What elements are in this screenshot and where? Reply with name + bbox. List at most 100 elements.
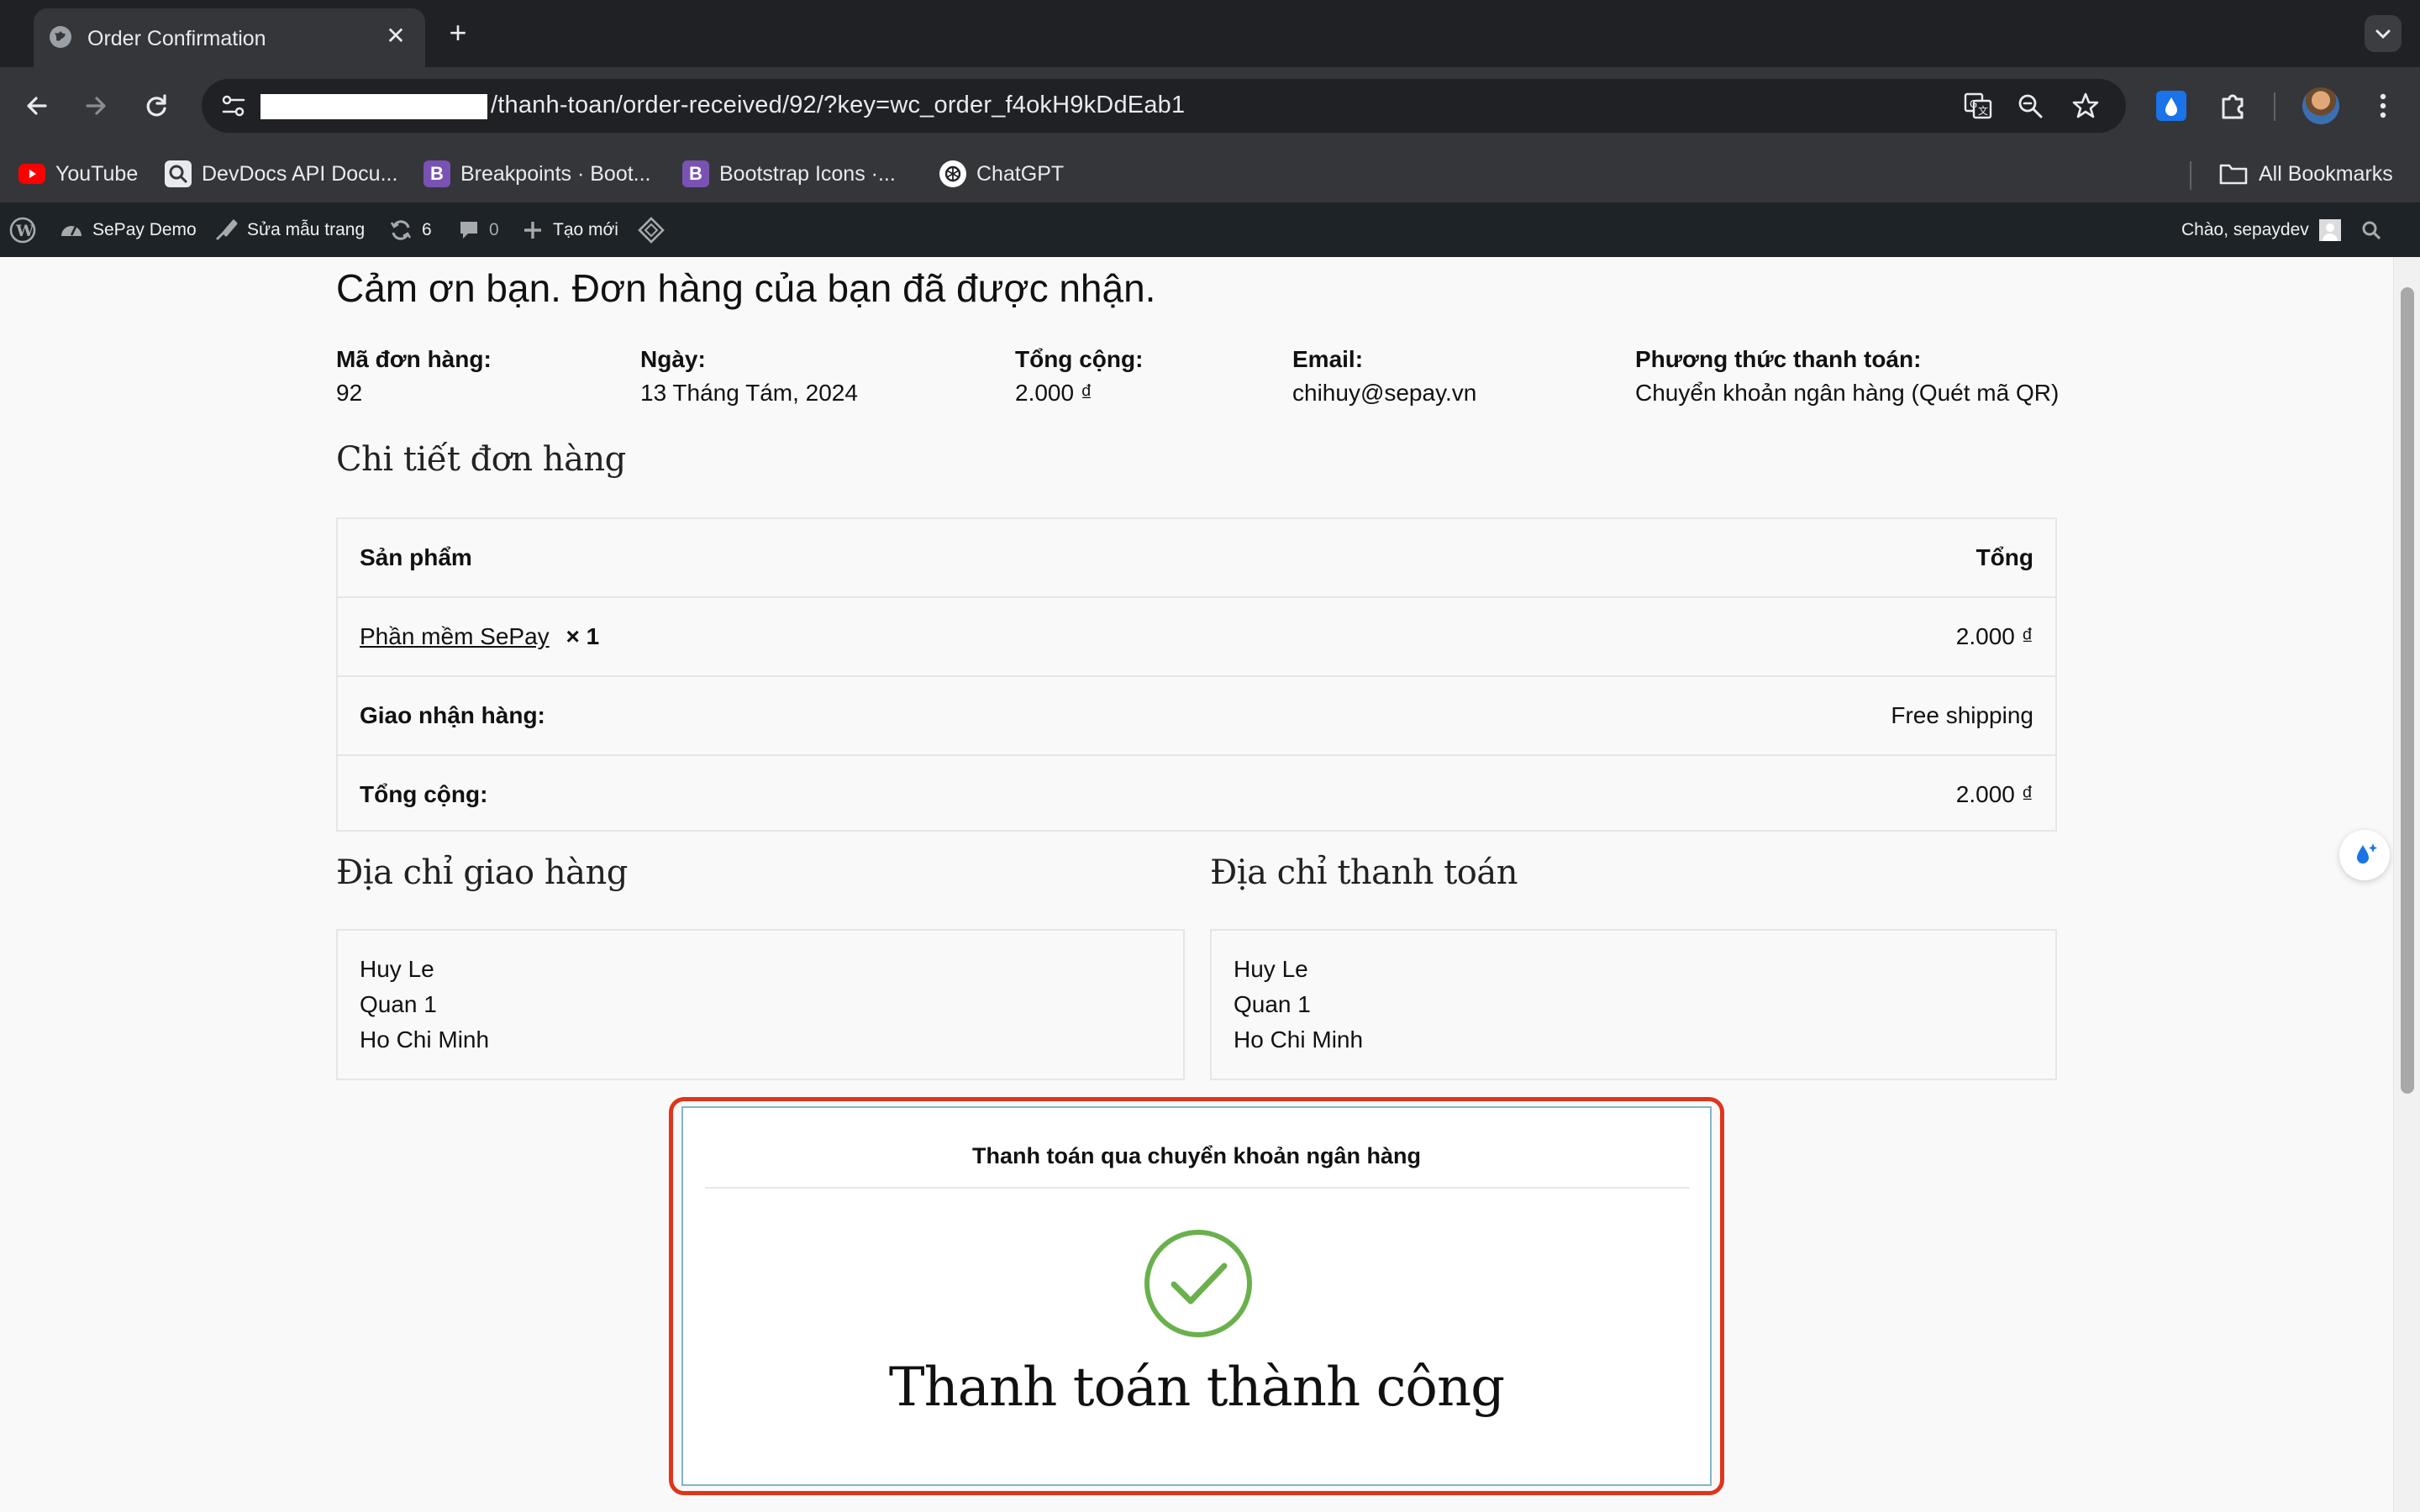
grand-total-value: 2.000 ₫ bbox=[1955, 781, 2033, 807]
product-link[interactable]: Phần mềm SePay bbox=[360, 623, 550, 649]
table-header-row: Sản phẩm Tổng bbox=[338, 519, 2055, 598]
product-total: 2.000 ₫ bbox=[1955, 623, 2033, 649]
profile-avatar[interactable] bbox=[2302, 87, 2339, 124]
billing-address-box: Huy Le Quan 1 Ho Chi Minh bbox=[1210, 929, 2057, 1080]
svg-text:G: G bbox=[1970, 98, 1977, 110]
overview-total-label: Tổng cộng: bbox=[1015, 346, 1144, 372]
overview-email-label: Email: bbox=[1292, 346, 1364, 372]
wp-updates[interactable]: 6 bbox=[388, 203, 432, 257]
more-menu-icon[interactable] bbox=[2365, 87, 2402, 124]
order-received-notice: Cảm ơn bạn. Đơn hàng của bạn đã được nhậ… bbox=[336, 266, 1156, 310]
address-line: Huy Le bbox=[1234, 956, 1308, 982]
zoom-icon[interactable] bbox=[2013, 89, 2047, 123]
shipping-address-heading: Địa chỉ giao hàng bbox=[336, 853, 628, 892]
wp-search[interactable] bbox=[2360, 203, 2391, 257]
bookmark-label: Bootstrap Icons ·... bbox=[719, 161, 896, 186]
all-bookmarks-button[interactable]: All Bookmarks bbox=[2218, 158, 2393, 190]
tab-close-icon[interactable]: ✕ bbox=[381, 22, 410, 50]
bookmarks-divider bbox=[2190, 161, 2191, 190]
tab-search-button[interactable] bbox=[2365, 15, 2402, 52]
url-text: /thanh-toan/order-received/92/?key=wc_or… bbox=[491, 92, 1186, 118]
overview-date-value: 13 Tháng Tám, 2024 bbox=[640, 380, 858, 406]
wordpress-icon: W bbox=[9, 217, 36, 244]
wp-plugin-menu[interactable] bbox=[637, 203, 674, 257]
payment-box-divider bbox=[705, 1187, 1690, 1189]
browser-tab-strip: Order Confirmation ✕ + bbox=[0, 0, 2420, 67]
water-drop-icon bbox=[2165, 97, 2177, 116]
bookmark-label: DevDocs API Docu... bbox=[202, 161, 398, 186]
overview-total-value: 2.000 ₫ bbox=[1015, 380, 1093, 406]
address-line: Huy Le bbox=[360, 956, 434, 982]
shipping-address-box: Huy Le Quan 1 Ho Chi Minh bbox=[336, 929, 1185, 1080]
table-row: Giao nhận hàng: Free shipping bbox=[338, 677, 2055, 756]
chevron-down-icon bbox=[2375, 29, 2391, 39]
devdocs-icon bbox=[165, 160, 192, 187]
wp-logo-menu[interactable]: W bbox=[8, 203, 45, 257]
table-row: Tổng cộng: 2.000 ₫ bbox=[338, 756, 2055, 835]
address-bar[interactable]: /thanh-toan/order-received/92/?key=wc_or… bbox=[202, 79, 2126, 133]
folder-icon bbox=[2219, 164, 2248, 185]
wp-new-content[interactable]: Tạo mới bbox=[521, 203, 618, 257]
overview-payment-method-label: Phương thức thanh toán: bbox=[1635, 346, 1922, 372]
site-name-label: SePay Demo bbox=[92, 220, 197, 239]
wp-edit-template[interactable]: Sửa mẫu trang bbox=[213, 203, 365, 257]
payment-box: Thanh toán qua chuyển khoản ngân hàng Th… bbox=[681, 1106, 1712, 1486]
edit-template-label: Sửa mẫu trang bbox=[247, 220, 366, 239]
product-quantity: × 1 bbox=[566, 623, 600, 649]
search-icon bbox=[2362, 221, 2381, 240]
shipping-value: Free shipping bbox=[1891, 702, 2033, 728]
wp-site-name[interactable]: SePay Demo bbox=[59, 203, 197, 257]
extension-drop-icon[interactable] bbox=[2156, 91, 2186, 121]
order-details-heading: Chi tiết đơn hàng bbox=[336, 440, 626, 479]
billing-address-heading: Địa chỉ thanh toán bbox=[1210, 853, 1518, 892]
plus-icon bbox=[524, 222, 541, 239]
updates-count: 6 bbox=[422, 220, 432, 239]
new-tab-button[interactable]: + bbox=[440, 15, 476, 50]
svg-text:W: W bbox=[15, 222, 34, 240]
back-arrow-icon[interactable] bbox=[18, 87, 55, 124]
overview-order-number-label: Mã đơn hàng: bbox=[336, 346, 492, 372]
browser-tab[interactable]: Order Confirmation ✕ bbox=[34, 8, 425, 67]
overview-email-value: chihuy@sepay.vn bbox=[1292, 380, 1477, 406]
bookmark-label: YouTube bbox=[55, 161, 139, 186]
bookmark-star-icon[interactable] bbox=[2069, 89, 2102, 123]
svg-text:文: 文 bbox=[1978, 104, 1988, 117]
bookmark-chatgpt[interactable]: ChatGPT bbox=[939, 158, 1064, 190]
wp-account-menu[interactable]: Chào, sepaydev bbox=[2181, 203, 2341, 257]
address-line: Ho Chi Minh bbox=[360, 1026, 490, 1053]
address-line: Ho Chi Minh bbox=[1234, 1026, 1364, 1053]
dashboard-icon bbox=[61, 226, 82, 236]
brush-icon bbox=[215, 219, 238, 241]
all-bookmarks-label: All Bookmarks bbox=[2259, 161, 2393, 186]
water-drop-sparkle-icon bbox=[2357, 843, 2377, 864]
greeting-label: Chào, sepaydev bbox=[2181, 220, 2309, 239]
table-row: Phần mềm SePay × 1 2.000 ₫ bbox=[338, 598, 2055, 677]
user-avatar bbox=[2318, 219, 2341, 241]
reload-icon[interactable] bbox=[138, 87, 175, 124]
scrollbar-thumb[interactable] bbox=[2401, 287, 2414, 1094]
bookmark-breakpoints[interactable]: B Breakpoints · Boot... bbox=[424, 158, 651, 190]
site-settings-icon[interactable] bbox=[217, 89, 250, 123]
forward-arrow-icon[interactable] bbox=[77, 87, 114, 124]
overview-order-number-value: 92 bbox=[336, 380, 363, 406]
payment-success-text: Thanh toán thành công bbox=[888, 1357, 1505, 1419]
order-details-table: Sản phẩm Tổng Phần mềm SePay × 1 2.000 ₫… bbox=[336, 517, 2057, 832]
overview-payment-method-value: Chuyển khoản ngân hàng (Quét mã QR) bbox=[1635, 380, 2060, 406]
bookmark-devdocs[interactable]: DevDocs API Docu... bbox=[165, 158, 397, 190]
translate-icon[interactable]: G 文 bbox=[1961, 89, 1995, 123]
comment-icon bbox=[460, 222, 477, 239]
bookmark-bootstrap-icons[interactable]: B Bootstrap Icons ·... bbox=[682, 158, 896, 190]
floating-extension-button[interactable] bbox=[2339, 830, 2390, 880]
bootstrap-icon: B bbox=[682, 160, 709, 187]
redacted-domain bbox=[260, 94, 487, 119]
wp-comments[interactable]: 0 bbox=[457, 203, 499, 257]
globe-icon bbox=[50, 26, 71, 48]
diamond-icon bbox=[638, 217, 665, 244]
bookmark-label: Breakpoints · Boot... bbox=[460, 161, 651, 186]
address-line: Quan 1 bbox=[360, 991, 437, 1017]
extensions-puzzle-icon[interactable] bbox=[2215, 87, 2252, 124]
bookmarks-bar: YouTube DevDocs API Docu... B Breakpoint… bbox=[0, 144, 2420, 203]
page-scrollbar[interactable] bbox=[2393, 257, 2420, 1512]
overview-date-label: Ngày: bbox=[640, 346, 706, 372]
bookmark-youtube[interactable]: YouTube bbox=[18, 158, 138, 190]
